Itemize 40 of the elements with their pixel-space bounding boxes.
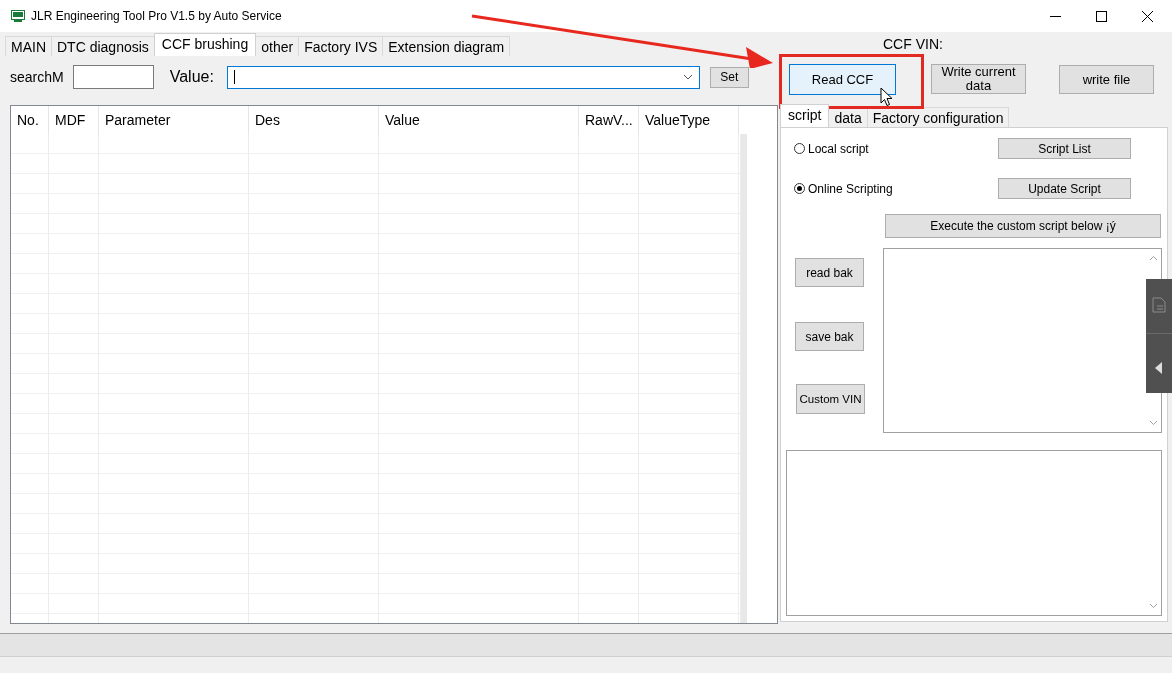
- radio-button[interactable]: Online Scripting: [781, 181, 998, 196]
- dropdown-icon[interactable]: [682, 74, 693, 80]
- value-combo-box[interactable]: [226, 65, 700, 89]
- tab[interactable]: MAIN: [5, 36, 52, 56]
- script-button[interactable]: Update Script: [998, 178, 1131, 199]
- script-button[interactable]: Script List: [998, 138, 1131, 159]
- scrollbar[interactable]: [741, 134, 747, 623]
- document-icon[interactable]: [1152, 297, 1166, 313]
- tab[interactable]: Factory IVS: [298, 36, 384, 56]
- window-title: JLR Engineering Tool Pro V1.5 by Auto Service: [31, 9, 282, 23]
- tab[interactable]: Extension diagram: [382, 36, 511, 56]
- ccf-vin-label: CCF VIN:: [883, 36, 943, 52]
- radio-button[interactable]: Local script: [781, 141, 998, 156]
- script-text-area[interactable]: [883, 248, 1162, 433]
- radio-label: Local script: [808, 141, 869, 156]
- tab[interactable]: CCF brushing: [153, 33, 257, 56]
- backup-button[interactable]: save bak: [795, 322, 864, 351]
- execute-button[interactable]: Execute the custom script below ¡ý: [885, 214, 1161, 238]
- action-button[interactable]: Write current data: [931, 64, 1026, 94]
- maximize-icon: [1095, 10, 1107, 22]
- value-label: Value:: [169, 68, 214, 86]
- tab[interactable]: DTC diagnosis: [51, 36, 155, 56]
- app-icon: [11, 10, 25, 22]
- backup-button[interactable]: Custom VIN: [796, 384, 865, 414]
- radio-label: Online Scripting: [808, 181, 893, 196]
- mouse-cursor-icon: [880, 87, 893, 107]
- action-button[interactable]: write file: [1059, 65, 1154, 94]
- scroll-up-icon[interactable]: [1148, 255, 1158, 261]
- backup-button[interactable]: read bak: [795, 258, 864, 287]
- search-field[interactable]: [72, 65, 154, 89]
- action-button[interactable]: Read CCF: [789, 64, 896, 95]
- search-label: searchM: [10, 69, 64, 85]
- collapse-arrow-icon[interactable]: [1155, 362, 1163, 374]
- set-button[interactable]: Set: [709, 66, 749, 88]
- scroll-down-icon[interactable]: [1148, 603, 1158, 609]
- radio-circle[interactable]: [794, 143, 805, 154]
- tab[interactable]: script: [780, 104, 830, 127]
- scroll-down-icon[interactable]: [1148, 420, 1158, 426]
- radio-circle[interactable]: [794, 183, 805, 194]
- close-icon: [1141, 10, 1153, 22]
